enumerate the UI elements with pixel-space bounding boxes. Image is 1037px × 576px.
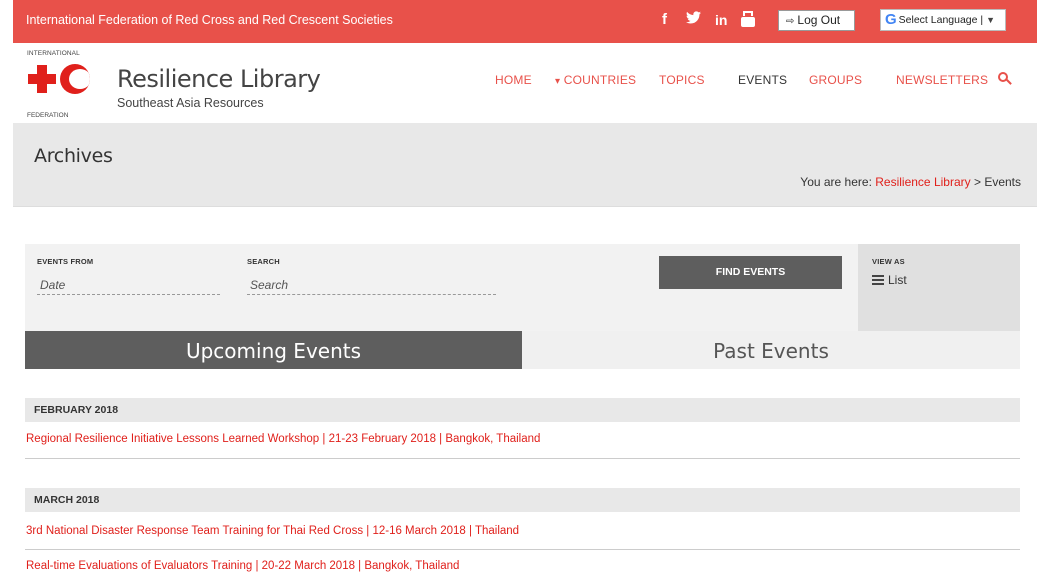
org-name[interactable]: International Federation of Red Cross an… bbox=[26, 13, 393, 27]
search-input[interactable] bbox=[247, 275, 496, 295]
twitter-icon[interactable] bbox=[686, 11, 701, 29]
event-filter-bar: EVENTS FROM SEARCH FIND EVENTS VIEW AS L… bbox=[25, 244, 1020, 334]
view-as-selector[interactable]: VIEW AS List bbox=[858, 244, 1020, 334]
page-title: Archives bbox=[34, 145, 113, 167]
search-icon[interactable] bbox=[998, 72, 1012, 86]
nav-newsletters[interactable]: NEWSLETTERS bbox=[896, 73, 988, 87]
map-pin-icon: ▾ bbox=[555, 76, 561, 87]
breadcrumb: You are here: Resilience Library > Event… bbox=[800, 175, 1021, 189]
tab-past-events[interactable]: Past Events bbox=[522, 331, 1020, 369]
sign-out-icon: ⇨ bbox=[786, 16, 795, 27]
event-link[interactable]: 3rd National Disaster Response Team Trai… bbox=[25, 525, 1020, 537]
find-events-button[interactable]: FIND EVENTS bbox=[659, 256, 842, 289]
breadcrumb-prefix: You are here: bbox=[800, 175, 876, 189]
view-as-value: List bbox=[888, 273, 907, 287]
site-subtitle: Southeast Asia Resources bbox=[117, 96, 264, 110]
tab-upcoming-events[interactable]: Upcoming Events bbox=[25, 331, 522, 369]
red-crescent-icon bbox=[60, 64, 90, 94]
breadcrumb-home-link[interactable]: Resilience Library bbox=[875, 175, 970, 189]
facebook-icon[interactable]: f bbox=[662, 11, 667, 29]
top-bar: International Federation of Red Cross an… bbox=[13, 0, 1037, 43]
dropdown-arrow-icon: ▼ bbox=[986, 15, 995, 25]
logo-bottom-text: FEDERATION bbox=[27, 112, 69, 119]
nav-countries[interactable]: ▾ COUNTRIES bbox=[555, 73, 636, 87]
view-as-label: VIEW AS bbox=[872, 257, 905, 266]
nav-groups[interactable]: GROUPS bbox=[809, 73, 862, 87]
nav-countries-label: COUNTRIES bbox=[563, 73, 637, 87]
date-input[interactable] bbox=[37, 275, 220, 295]
nav-topics[interactable]: TOPICS bbox=[659, 73, 705, 87]
site-title[interactable]: Resilience Library bbox=[117, 65, 321, 93]
nav-events[interactable]: EVENTS bbox=[738, 73, 787, 87]
linkedin-icon[interactable]: in bbox=[715, 11, 727, 29]
language-select[interactable]: G Select Language | ▼ bbox=[880, 9, 1006, 31]
divider bbox=[25, 458, 1020, 459]
divider bbox=[25, 549, 1020, 550]
youtube-icon[interactable] bbox=[741, 11, 755, 27]
search-label: SEARCH bbox=[247, 257, 280, 266]
log-out-label: Log Out bbox=[797, 13, 841, 27]
list-icon bbox=[872, 275, 884, 285]
log-out-button[interactable]: ⇨ Log Out bbox=[778, 10, 855, 31]
nav-home[interactable]: HOME bbox=[495, 73, 532, 87]
view-as-option[interactable]: List bbox=[872, 273, 907, 287]
archives-header: Archives You are here: Resilience Librar… bbox=[13, 123, 1037, 207]
breadcrumb-separator: > bbox=[970, 175, 985, 189]
month-header: MARCH 2018 bbox=[25, 488, 1020, 512]
month-header: FEBRUARY 2018 bbox=[25, 398, 1020, 422]
breadcrumb-current: Events bbox=[984, 175, 1021, 189]
events-from-label: EVENTS FROM bbox=[37, 257, 94, 266]
google-icon: G bbox=[885, 11, 897, 29]
language-label: Select Language bbox=[898, 14, 978, 26]
ifrc-logo[interactable]: INTERNATIONAL FEDERATION bbox=[27, 50, 99, 120]
logo-top-text: INTERNATIONAL bbox=[27, 50, 80, 57]
event-link[interactable]: Regional Resilience Initiative Lessons L… bbox=[25, 433, 1020, 445]
event-link[interactable]: Real-time Evaluations of Evaluators Trai… bbox=[25, 560, 1020, 572]
